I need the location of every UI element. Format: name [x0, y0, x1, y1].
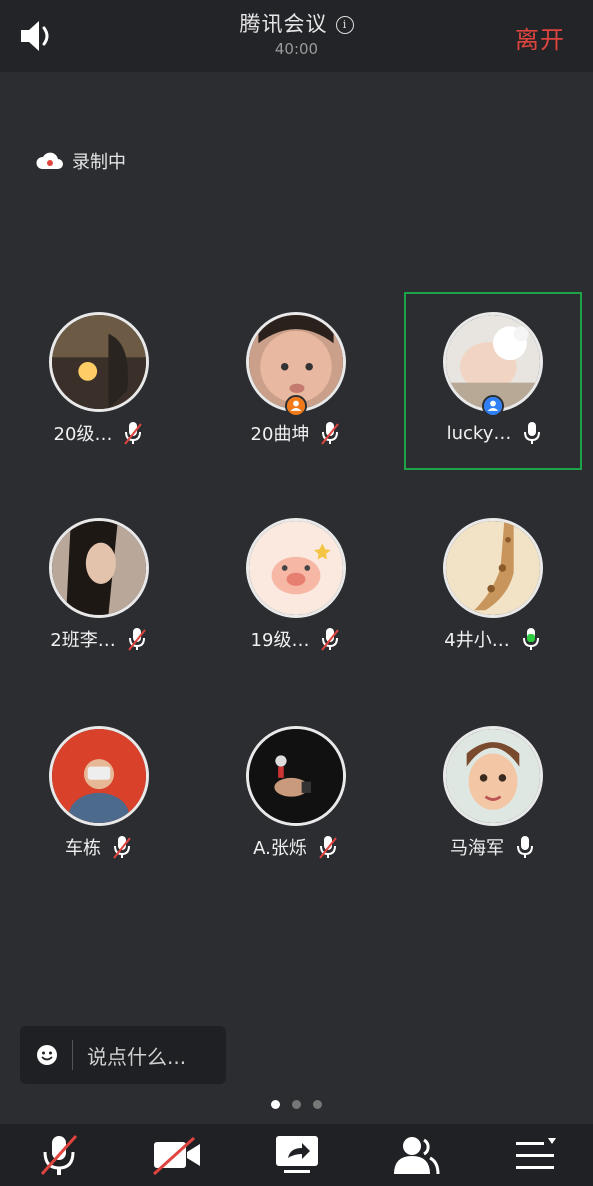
- meeting-header: 腾讯会议 i 40:00: [0, 8, 593, 58]
- info-icon[interactable]: i: [335, 16, 354, 34]
- camera-toggle-button[interactable]: [150, 1132, 204, 1178]
- participant-name: 20级…: [53, 424, 113, 445]
- bottom-toolbar: [0, 1124, 593, 1186]
- participant-tile-active[interactable]: lucky…: [404, 292, 582, 470]
- mic-speaking-icon: [522, 628, 539, 650]
- avatar: [443, 726, 543, 826]
- mic-muted-icon: [40, 1134, 78, 1176]
- participant-name: 19级…: [250, 630, 310, 651]
- chat-placeholder: 说点什么...: [87, 1044, 187, 1069]
- mic-muted-icon: [319, 836, 337, 859]
- more-menu-icon: [516, 1138, 556, 1169]
- avatar: [246, 726, 346, 826]
- participant-tile[interactable]: 19级…: [207, 498, 385, 676]
- top-bar: 腾讯会议 i 40:00 离开: [0, 0, 593, 72]
- participant-name: 车栋: [65, 838, 101, 859]
- avatar: [443, 518, 543, 618]
- meeting-title: 腾讯会议: [239, 12, 328, 36]
- meeting-timer: 40:00: [274, 40, 319, 58]
- page-dot[interactable]: [271, 1100, 280, 1109]
- avatar: [246, 518, 346, 618]
- mic-muted-icon: [113, 836, 131, 859]
- cloud-record-icon: [36, 152, 63, 169]
- recording-indicator: 录制中: [36, 148, 126, 174]
- participants-button[interactable]: [388, 1132, 442, 1178]
- participant-name: lucky…: [446, 422, 512, 444]
- page-indicator[interactable]: [0, 1100, 593, 1109]
- camera-off-icon: [152, 1136, 200, 1176]
- participant-tile[interactable]: 车栋: [10, 706, 188, 884]
- mic-icon: [517, 836, 533, 858]
- participant-tile[interactable]: 20级…: [10, 292, 188, 470]
- participant-name: A.张烁: [253, 838, 307, 859]
- participant-tile[interactable]: A.张烁: [207, 706, 385, 884]
- participant-name: 4井小…: [444, 630, 510, 651]
- participant-name: 20曲坤: [250, 424, 310, 445]
- share-screen-icon: [276, 1136, 318, 1173]
- page-dot[interactable]: [313, 1100, 322, 1109]
- participant-tile[interactable]: 2班李…: [10, 498, 188, 676]
- participant-tile[interactable]: 马海军: [404, 706, 582, 884]
- emoji-icon[interactable]: [36, 1044, 58, 1066]
- mic-muted-icon: [127, 628, 146, 651]
- share-screen-button[interactable]: [270, 1132, 324, 1178]
- more-menu-button[interactable]: [508, 1132, 562, 1178]
- chat-input[interactable]: 说点什么...: [20, 1026, 226, 1084]
- mic-toggle-button[interactable]: [32, 1132, 86, 1178]
- mic-muted-icon: [321, 628, 340, 651]
- chat-divider: [72, 1040, 73, 1070]
- leave-button[interactable]: 离开: [515, 20, 565, 55]
- recording-label: 录制中: [72, 152, 126, 173]
- page-dot[interactable]: [292, 1100, 301, 1109]
- avatar: [49, 312, 149, 412]
- participants-icon: [394, 1137, 440, 1175]
- participant-name: 2班李…: [50, 630, 116, 651]
- cohost-badge-icon: [482, 395, 504, 417]
- avatar: [49, 518, 149, 618]
- mic-icon: [524, 422, 541, 444]
- participant-tile[interactable]: 4井小…: [404, 498, 582, 676]
- mic-muted-icon: [321, 422, 340, 445]
- participant-tile[interactable]: 20曲坤: [207, 292, 385, 470]
- host-badge-icon: [285, 395, 307, 417]
- mic-muted-icon: [124, 422, 143, 445]
- avatar: [49, 726, 149, 826]
- participant-name: 马海军: [450, 838, 504, 859]
